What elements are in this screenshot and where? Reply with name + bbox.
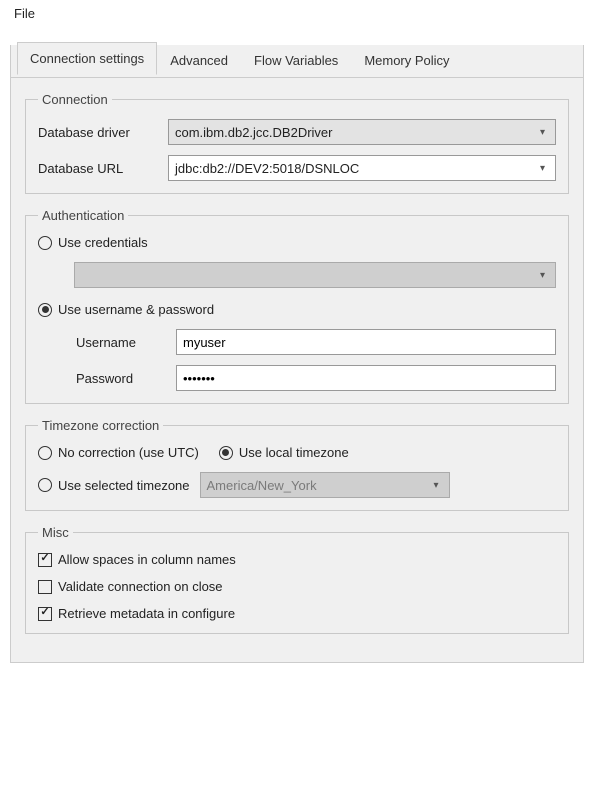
- tab-body: Connection Database driver com.ibm.db2.j…: [11, 78, 583, 662]
- radio-no-correction[interactable]: No correction (use UTC): [38, 445, 199, 460]
- input-password-field[interactable]: [183, 371, 549, 386]
- menu-file[interactable]: File: [10, 4, 39, 23]
- legend-authentication: Authentication: [38, 208, 128, 223]
- tab-memory-policy[interactable]: Memory Policy: [351, 45, 462, 77]
- radio-use-credentials-label: Use credentials: [58, 235, 148, 250]
- check-validate-on-close[interactable]: Validate connection on close: [38, 579, 556, 594]
- tab-flow-variables[interactable]: Flow Variables: [241, 45, 351, 77]
- tab-bar: Connection settings Advanced Flow Variab…: [11, 45, 583, 78]
- radio-icon: [38, 478, 52, 492]
- chevron-down-icon: ▾: [540, 127, 549, 138]
- combo-database-url-value: jdbc:db2://DEV2:5018/DSNLOC: [175, 161, 359, 176]
- chevron-down-icon: ▾: [540, 163, 549, 174]
- radio-icon: [38, 303, 52, 317]
- menu-bar: File: [0, 0, 594, 27]
- label-password: Password: [76, 371, 166, 386]
- radio-icon: [219, 446, 233, 460]
- dialog-panel: Connection settings Advanced Flow Variab…: [10, 45, 584, 663]
- radio-use-username-password-label: Use username & password: [58, 302, 214, 317]
- radio-icon: [38, 236, 52, 250]
- chevron-down-icon: ▾: [540, 270, 549, 281]
- fieldset-misc: Misc Allow spaces in column names Valida…: [25, 525, 569, 634]
- fieldset-authentication: Authentication Use credentials ▾ Use use…: [25, 208, 569, 404]
- radio-use-local[interactable]: Use local timezone: [219, 445, 349, 460]
- combo-database-driver[interactable]: com.ibm.db2.jcc.DB2Driver ▾: [168, 119, 556, 145]
- fieldset-connection: Connection Database driver com.ibm.db2.j…: [25, 92, 569, 194]
- label-username: Username: [76, 335, 166, 350]
- radio-use-selected-label: Use selected timezone: [58, 478, 190, 493]
- combo-timezone: America/New_York ▾: [200, 472, 450, 498]
- radio-use-selected[interactable]: Use selected timezone: [38, 478, 190, 493]
- checkbox-icon: [38, 553, 52, 567]
- combo-database-driver-value: com.ibm.db2.jcc.DB2Driver: [175, 125, 333, 140]
- radio-no-correction-label: No correction (use UTC): [58, 445, 199, 460]
- radio-use-local-label: Use local timezone: [239, 445, 349, 460]
- check-validate-on-close-label: Validate connection on close: [58, 579, 223, 594]
- radio-use-username-password[interactable]: Use username & password: [38, 302, 556, 317]
- input-username[interactable]: [176, 329, 556, 355]
- chevron-down-icon: ▾: [433, 480, 442, 491]
- label-database-driver: Database driver: [38, 125, 158, 140]
- input-username-field[interactable]: [183, 335, 549, 350]
- checkbox-icon: [38, 580, 52, 594]
- input-password[interactable]: [176, 365, 556, 391]
- combo-database-url[interactable]: jdbc:db2://DEV2:5018/DSNLOC ▾: [168, 155, 556, 181]
- legend-timezone: Timezone correction: [38, 418, 163, 433]
- radio-icon: [38, 446, 52, 460]
- radio-use-credentials[interactable]: Use credentials: [38, 235, 556, 250]
- legend-connection: Connection: [38, 92, 112, 107]
- combo-credentials: ▾: [74, 262, 556, 288]
- combo-timezone-value: America/New_York: [207, 478, 317, 493]
- check-allow-spaces[interactable]: Allow spaces in column names: [38, 552, 556, 567]
- fieldset-timezone: Timezone correction No correction (use U…: [25, 418, 569, 511]
- check-retrieve-metadata-label: Retrieve metadata in configure: [58, 606, 235, 621]
- check-retrieve-metadata[interactable]: Retrieve metadata in configure: [38, 606, 556, 621]
- tab-connection-settings[interactable]: Connection settings: [17, 42, 157, 75]
- checkbox-icon: [38, 607, 52, 621]
- label-database-url: Database URL: [38, 161, 158, 176]
- legend-misc: Misc: [38, 525, 73, 540]
- check-allow-spaces-label: Allow spaces in column names: [58, 552, 236, 567]
- tab-advanced[interactable]: Advanced: [157, 45, 241, 77]
